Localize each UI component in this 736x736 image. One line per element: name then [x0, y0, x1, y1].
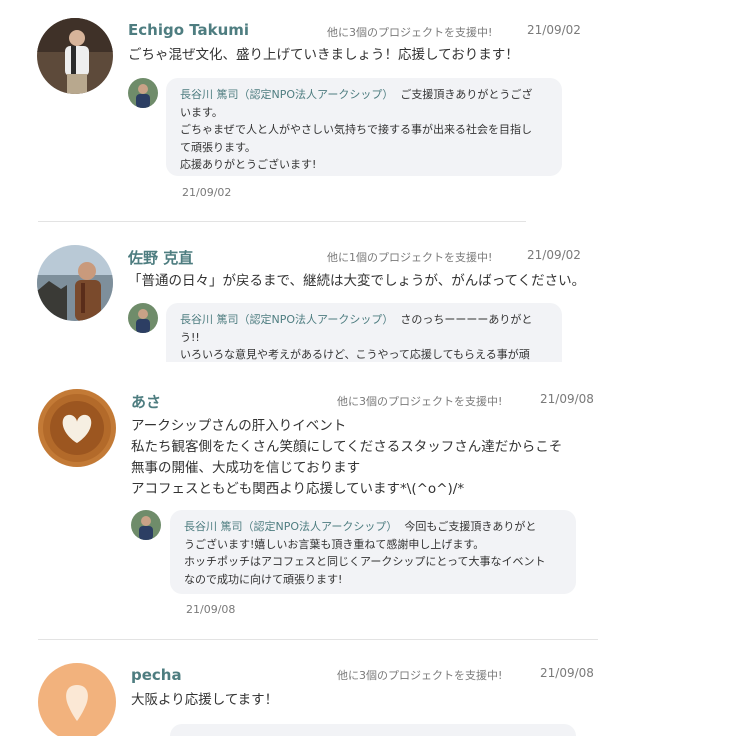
comment-date: 21/09/02: [527, 23, 581, 37]
commenter-name[interactable]: pecha: [131, 666, 182, 684]
avatar[interactable]: [37, 245, 113, 321]
comment-text: 大阪より応援してます！: [131, 692, 279, 708]
avatar[interactable]: [38, 663, 116, 736]
replier-name[interactable]: 長谷川 篤司（認定NPO法人アークシップ）: [180, 313, 393, 326]
reply-bubble: 長谷川 篤司（認定NPO法人アークシップ） ご支援頂きありがとうござ います。 …: [166, 78, 562, 176]
reply-bubble: 長谷川 篤司（認定NPO法人アークシップ） さのっちーーーーありがと う!! い…: [166, 303, 562, 362]
comment-date: 21/09/08: [540, 666, 594, 680]
divider: [38, 639, 598, 640]
support-count: 他に1個のプロジェクトを支援中!: [327, 251, 493, 264]
comment-item: あさ 他に3個のプロジェクトを支援中! 21/09/08 アークシップさんの肝入…: [0, 372, 736, 645]
reply-rest: うございます!嬉しいお言葉も頂き重ねて感謝申し上げます。 ホッチポッチはアコフェ…: [184, 537, 546, 586]
reply-text: 長谷川 篤司（認定NPO法人アークシップ） さのっちーーーーありがと う!! い…: [180, 311, 532, 362]
reply-first-line: ご支援頂きありがとうござ: [400, 88, 533, 101]
reply-date: 21/09/02: [182, 186, 232, 199]
replier-name[interactable]: 長谷川 篤司（認定NPO法人アークシップ）: [180, 88, 393, 101]
replier-name[interactable]: 長谷川 篤司（認定NPO法人アークシップ）: [184, 520, 397, 533]
replier-avatar[interactable]: [128, 303, 158, 333]
reply-first-line: 今回もご支援頂きありがと: [404, 520, 537, 533]
comment-date: 21/09/08: [540, 392, 594, 406]
replier-avatar[interactable]: [128, 78, 158, 108]
avatar[interactable]: [37, 18, 113, 94]
reply-bubble: 長谷川 篤司（認定NPO法人アークシップ） 今回もご支援頂きありがと うございま…: [170, 510, 576, 594]
reply-rest: う!! いろいろな意見や考えがあるけど、こうやって応援してもらえる事が頑: [180, 330, 530, 362]
support-count: 他に3個のプロジェクトを支援中!: [337, 395, 503, 408]
support-count: 他に3個のプロジェクトを支援中!: [337, 669, 503, 682]
comment-text: アークシップさんの肝入りイベント 私たち観客側をたくさん笑顔にしてくださるスタッ…: [131, 418, 563, 497]
reply-first-line: さのっちーーーーありがと: [400, 313, 533, 326]
commenter-name[interactable]: Echigo Takumi: [128, 21, 249, 39]
reply-text: 長谷川 篤司（認定NPO法人アークシップ） ご支援頂きありがとうござ います。 …: [180, 86, 532, 174]
replier-avatar[interactable]: [131, 510, 161, 540]
comment-text: 「普通の日々」が戻るまで、継続は大変でしょうが、がんばってください。: [128, 273, 586, 289]
commenter-name[interactable]: あさ: [131, 391, 161, 412]
reply-date: 21/09/08: [186, 603, 236, 616]
reply-text: 長谷川 篤司（認定NPO法人アークシップ） 今回もご支援頂きありがと うございま…: [184, 518, 545, 588]
support-count: 他に3個のプロジェクトを支援中!: [327, 26, 493, 39]
divider: [38, 221, 526, 222]
commenter-name[interactable]: 佐野 克直: [128, 247, 193, 268]
comment-item: 佐野 克直 他に1個のプロジェクトを支援中! 21/09/02 「普通の日々」が…: [0, 225, 736, 362]
reply-rest: います。 ごちゃまぜで人と人がやさしい気持ちで接する事が出来る社会を目指し て頑…: [180, 105, 532, 172]
comment-item: Echigo Takumi 他に3個のプロジェクトを支援中! 21/09/02 …: [0, 0, 736, 225]
reply-bubble: [170, 724, 576, 736]
avatar[interactable]: [38, 389, 116, 467]
comment-item: pecha 他に3個のプロジェクトを支援中! 21/09/08 大阪より応援して…: [0, 645, 736, 736]
comment-text: ごちゃ混ぜ文化、盛り上げていきましょう！応援しております！: [128, 47, 519, 63]
comment-date: 21/09/02: [527, 248, 581, 262]
